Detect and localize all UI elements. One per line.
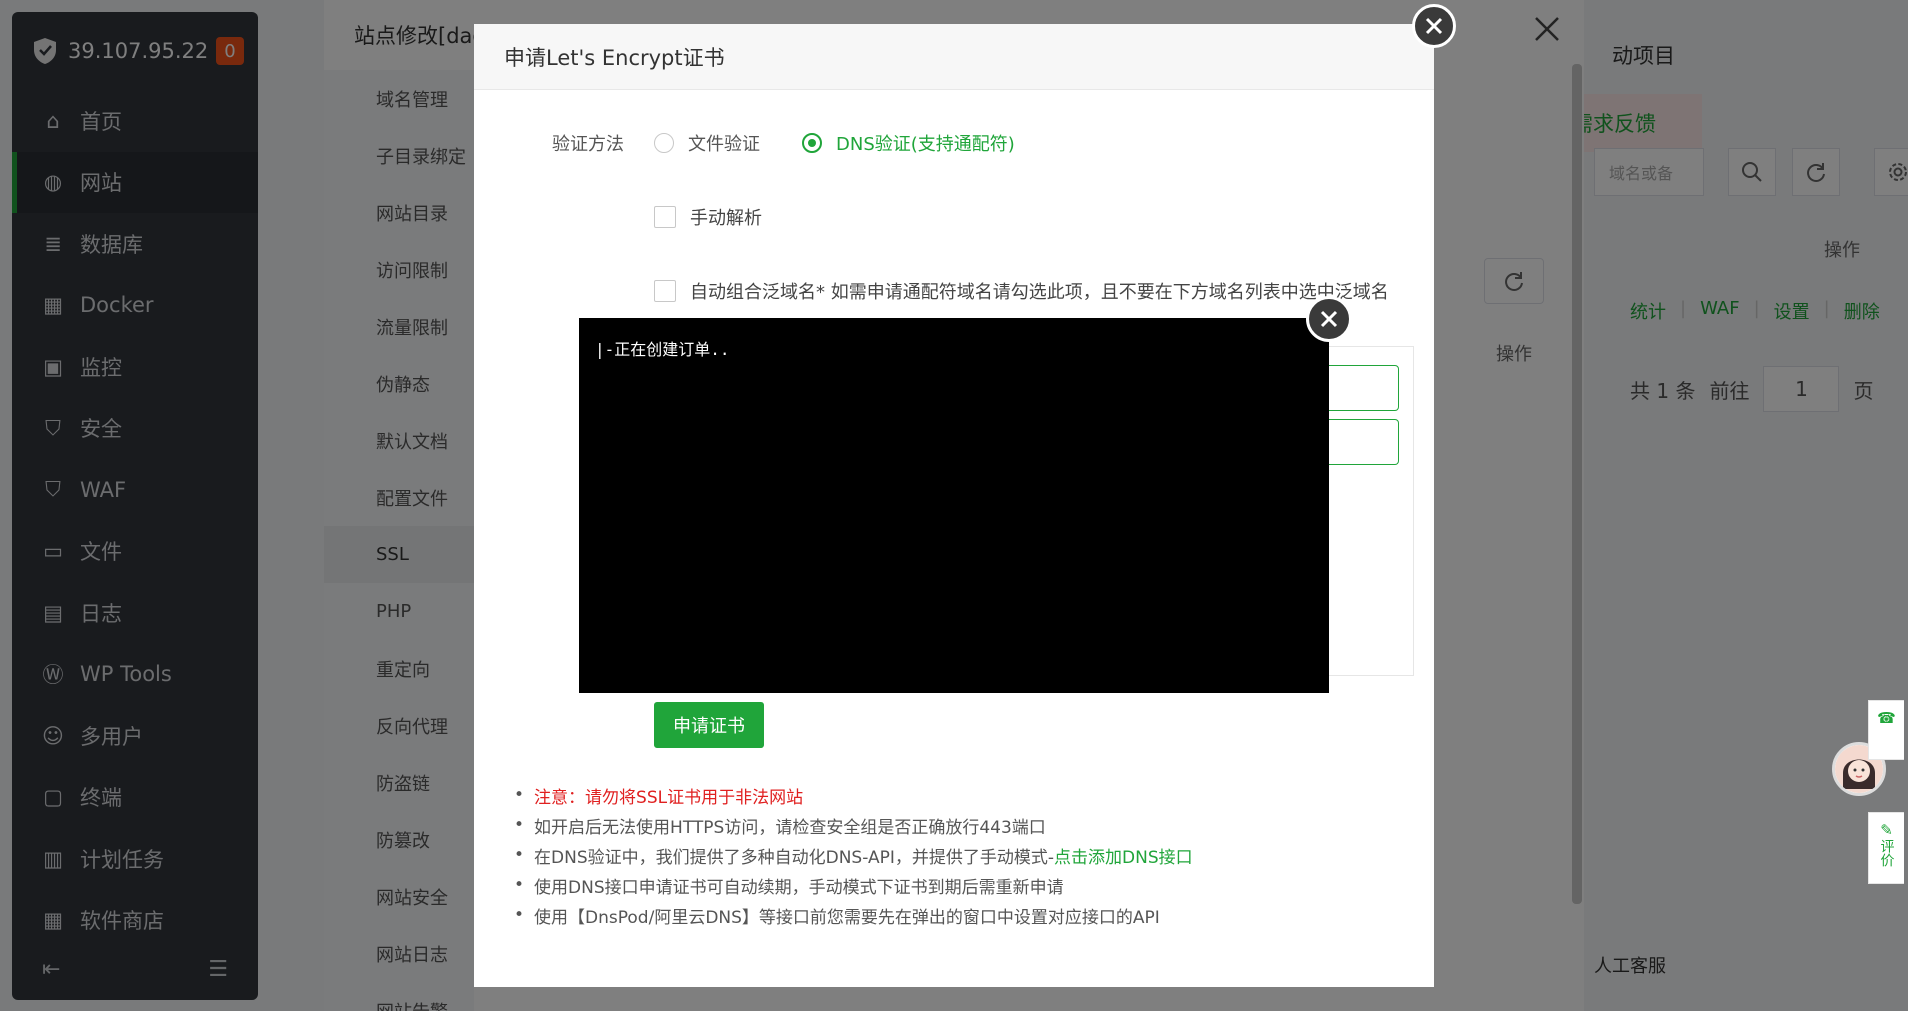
headset-icon: ☎ xyxy=(1877,709,1896,727)
terminal-close-icon[interactable] xyxy=(1306,296,1352,342)
auto-wildcard-row[interactable]: 自动组合泛域名* 如需申请通配符域名请勾选此项，且不要在下方域名列表中选中泛域名 xyxy=(654,278,1389,304)
auto-wildcard-label: 自动组合泛域名* 如需申请通配符域名请勾选此项，且不要在下方域名列表中选中泛域名 xyxy=(690,282,1389,303)
verify-method-label: 验证方法 xyxy=(552,134,624,155)
manual-parse-row[interactable]: 手动解析 xyxy=(654,204,762,230)
note-item: 使用DNS接口申请证书可自动续期，手动模式下证书到期后需重新申请 xyxy=(514,870,1193,900)
note-item: 使用【DnsPod/阿里云DNS】等接口前您需要先在弹出的窗口中设置对应接口的A… xyxy=(514,900,1193,930)
dialog-close-icon[interactable] xyxy=(1412,4,1456,48)
note-item: 在DNS验证中，我们提供了多种自动化DNS-API，并提供了手动模式-点击添加D… xyxy=(514,840,1193,870)
terminal-output: |-正在创建订单.. xyxy=(579,318,1329,693)
manual-parse-label: 手动解析 xyxy=(690,208,762,229)
rate-tab-label: 评价 xyxy=(1878,839,1895,867)
service-tab[interactable]: ☎ xyxy=(1868,700,1904,760)
add-dns-api-link[interactable]: 点击添加DNS接口 xyxy=(1054,843,1193,868)
manual-parse-checkbox[interactable] xyxy=(654,206,676,228)
close-icon[interactable] xyxy=(1530,12,1564,46)
apply-certificate-button[interactable]: 申请证书 xyxy=(654,702,764,748)
terminal-line: |-正在创建订单.. xyxy=(595,340,730,359)
file-verify-label: 文件验证 xyxy=(688,134,760,155)
note-item: 注意：请勿将SSL证书用于非法网站 xyxy=(514,780,1193,810)
notes-list: 注意：请勿将SSL证书用于非法网站 如开启后无法使用HTTPS访问，请检查安全组… xyxy=(514,780,1193,930)
radio-unchecked[interactable] xyxy=(654,133,674,153)
radio-checked[interactable] xyxy=(802,133,822,153)
edit-icon: ✎ xyxy=(1880,821,1893,839)
dns-verify-label: DNS验证(支持通配符) xyxy=(836,134,1015,155)
verify-method-row: 验证方法 文件验证 DNS验证(支持通配符) xyxy=(552,130,1057,156)
dialog-title: 申请Let's Encrypt证书 xyxy=(474,24,1434,90)
note-item: 如开启后无法使用HTTPS访问，请检查安全组是否正确放行443端口 xyxy=(514,810,1193,840)
dns-verify-radio[interactable]: DNS验证(支持通配符) xyxy=(802,130,1015,156)
note-text: 在DNS验证中，我们提供了多种自动化DNS-API，并提供了手动模式- xyxy=(534,847,1055,868)
rate-tab[interactable]: ✎ 评价 xyxy=(1868,812,1904,884)
file-verify-radio[interactable]: 文件验证 xyxy=(654,130,760,156)
auto-wildcard-checkbox[interactable] xyxy=(654,280,676,302)
